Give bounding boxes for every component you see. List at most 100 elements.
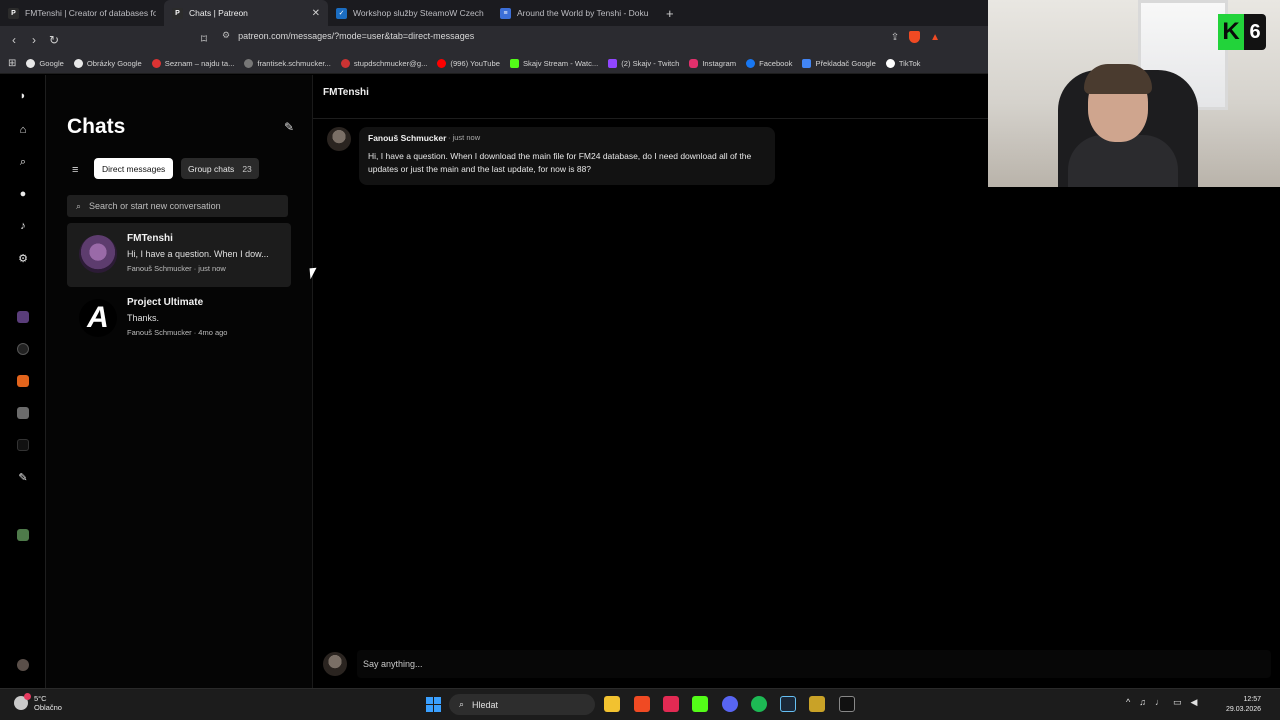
tab-chats-patreon[interactable]: P Chats | Patreon ✕ bbox=[164, 0, 328, 26]
message-input[interactable]: Say anything... bbox=[357, 650, 1271, 678]
back-icon[interactable]: ‹ bbox=[4, 30, 24, 50]
bookmark-seznam[interactable]: Seznam – najdu ta... bbox=[151, 58, 234, 68]
close-tab-icon[interactable]: ✕ bbox=[312, 8, 320, 19]
kick-icon[interactable] bbox=[692, 696, 708, 712]
taskbar-search-label: Hledat bbox=[472, 699, 499, 710]
twitch-icon bbox=[608, 58, 618, 68]
user-avatar[interactable] bbox=[17, 659, 29, 671]
search-icon[interactable]: ⌕ bbox=[14, 153, 32, 171]
microphone-icon[interactable]: ♩ bbox=[1155, 697, 1164, 708]
patreon-logo-icon[interactable]: ◗ bbox=[14, 87, 32, 105]
avatar bbox=[323, 652, 347, 676]
tab-group-chats[interactable]: Group chats 23 bbox=[181, 158, 259, 179]
windows-taskbar: 5°C Oblačno ⌕ Hledat ^ ♫ ♩ ▭ ◀ 12:57 29.… bbox=[0, 688, 1280, 720]
url-field[interactable]: ⚙ patreon.com/messages/?mode=user&tab=di… bbox=[222, 30, 474, 41]
google-icon bbox=[26, 58, 36, 68]
conversation-item-fmtenshi[interactable]: FMTenshi Hi, I have a question. When I d… bbox=[67, 223, 291, 287]
forward-icon[interactable]: › bbox=[24, 30, 44, 50]
share-icon[interactable]: ⇪ bbox=[891, 32, 899, 43]
profile-icon bbox=[244, 58, 254, 68]
search-icon: ⌕ bbox=[459, 699, 465, 709]
page-title: Chats bbox=[67, 115, 126, 138]
weather-widget[interactable]: 5°C Oblačno bbox=[14, 693, 62, 712]
new-tab-button[interactable]: + bbox=[656, 6, 684, 21]
brave-rewards-icon[interactable]: ▲ bbox=[930, 32, 940, 43]
youtube-icon bbox=[437, 58, 447, 68]
site-info-icon[interactable]: ⚙ bbox=[222, 30, 230, 41]
taskbar-search[interactable]: ⌕ Hledat bbox=[449, 694, 595, 715]
clock[interactable]: 12:57 29.03.2026 bbox=[1226, 695, 1261, 715]
bookmark-facebook[interactable]: Facebook bbox=[746, 58, 792, 68]
bookmark-kick[interactable]: Skajv Stream - Watc... bbox=[509, 58, 598, 68]
display-icon[interactable]: ▭ bbox=[1173, 697, 1182, 708]
search-input[interactable]: ⌕ Search or start new conversation bbox=[67, 195, 288, 217]
patreon-favicon-icon: P bbox=[8, 7, 19, 19]
webcam-overlay: K 6 bbox=[988, 0, 1280, 187]
bookmark-twitch[interactable]: (2) Skajv - Twitch bbox=[608, 58, 679, 68]
apps-grid-icon[interactable]: ⊞ bbox=[8, 58, 16, 69]
chats-icon[interactable]: ● bbox=[14, 185, 32, 203]
seznam-icon bbox=[151, 58, 161, 68]
bookmark-frantisek[interactable]: frantisek.schmucker... bbox=[244, 58, 331, 68]
notifications-icon[interactable]: ♪ bbox=[14, 217, 32, 235]
conversation-title: FMTenshi bbox=[323, 87, 369, 98]
tab-title: Workshop služby SteamoW Czech Re bbox=[353, 8, 484, 18]
app-icon[interactable] bbox=[809, 696, 825, 712]
tab-fmtenshi[interactable]: P FMTenshi | Creator of databases for F bbox=[0, 0, 164, 26]
chat-list-panel: Chats ✎ ≡ Direct messages Group chats 23… bbox=[46, 75, 312, 688]
weather-desc: Oblačno bbox=[34, 703, 62, 712]
discord-icon[interactable] bbox=[722, 696, 738, 712]
compose-bar: Say anything... bbox=[323, 649, 1271, 679]
start-button[interactable] bbox=[426, 697, 441, 712]
tab-steam-workshop[interactable]: ✓ Workshop služby SteamoW Czech Re bbox=[328, 0, 492, 26]
tiktok-icon bbox=[885, 58, 895, 68]
bookmark-google-images[interactable]: Obrázky Google bbox=[73, 58, 142, 68]
file-explorer-icon[interactable] bbox=[604, 696, 620, 712]
creator-avatar-icon[interactable] bbox=[17, 343, 29, 355]
message-author[interactable]: Fanouš Schmucker bbox=[368, 133, 446, 143]
search-placeholder: Search or start new conversation bbox=[89, 201, 221, 211]
home-icon[interactable]: ⌂ bbox=[14, 121, 32, 139]
creator-avatar-icon[interactable] bbox=[17, 311, 29, 323]
bookmark-google[interactable]: Google bbox=[26, 58, 64, 68]
new-message-icon[interactable]: ✎ bbox=[284, 120, 294, 134]
tab-google-doc[interactable]: ≡ Around the World by Tenshi - Dokum bbox=[492, 0, 656, 26]
project-ultimate-icon[interactable]: ✎ bbox=[14, 468, 32, 486]
conversation-meta: Fanouš Schmucker · 4mo ago bbox=[127, 328, 228, 337]
divider bbox=[313, 118, 989, 119]
app-icon[interactable] bbox=[839, 696, 855, 712]
bookmark-instagram[interactable]: Instagram bbox=[689, 58, 736, 68]
volume-icon[interactable]: ◀ bbox=[1191, 697, 1198, 708]
conversation-name: FMTenshi bbox=[127, 233, 173, 244]
filter-icon[interactable]: ≡ bbox=[72, 164, 78, 176]
creator-avatar-icon[interactable] bbox=[17, 407, 29, 419]
bookmark-tiktok[interactable]: TikTok bbox=[885, 58, 920, 68]
brave-browser-icon[interactable] bbox=[634, 696, 650, 712]
reload-icon[interactable]: ↻ bbox=[44, 30, 64, 50]
bookmark-icon[interactable]: ⌑ bbox=[194, 29, 214, 49]
logo-letter: K bbox=[1218, 14, 1244, 50]
tab-direct-messages[interactable]: Direct messages bbox=[94, 158, 174, 179]
url-text: patreon.com/messages/?mode=user&tab=dire… bbox=[238, 30, 475, 41]
steam-icon[interactable] bbox=[780, 696, 796, 712]
speaker-icon[interactable]: ♫ bbox=[1139, 697, 1146, 708]
creator-avatar-icon[interactable] bbox=[17, 439, 29, 451]
spotify-icon[interactable] bbox=[751, 696, 767, 712]
project-ultimate-logo-icon: A bbox=[79, 299, 117, 337]
conversation-item-project-ultimate[interactable]: A Project Ultimate Thanks. Fanouš Schmuc… bbox=[67, 287, 291, 351]
bookmark-youtube[interactable]: (996) YouTube bbox=[437, 58, 500, 68]
conversation-preview: Hi, I have a question. When I dow... bbox=[127, 249, 269, 259]
conversation-meta: Fanouš Schmucker · just now bbox=[127, 264, 226, 273]
creator-avatar-icon[interactable] bbox=[17, 375, 29, 387]
chevron-up-icon[interactable]: ^ bbox=[1126, 697, 1130, 708]
translate-icon bbox=[802, 58, 812, 68]
bookmark-google-translate[interactable]: Překladač Google bbox=[802, 58, 876, 68]
settings-icon[interactable]: ⚙ bbox=[14, 249, 32, 267]
message-avatar[interactable] bbox=[327, 127, 351, 151]
brave-shield-icon[interactable] bbox=[909, 31, 921, 43]
search-icon: ⌕ bbox=[76, 200, 82, 211]
bookmark-gmail[interactable]: stupdschmucker@g... bbox=[340, 58, 427, 68]
creator-avatar-icon[interactable] bbox=[17, 529, 29, 541]
tiktok-icon[interactable] bbox=[663, 696, 679, 712]
kick-icon bbox=[509, 58, 519, 68]
